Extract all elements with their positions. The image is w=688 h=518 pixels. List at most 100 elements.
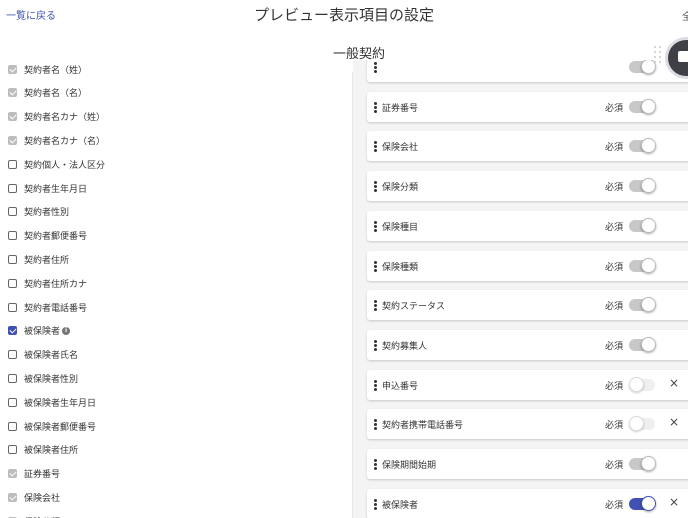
checklist-item[interactable]: 被保険者性別 xyxy=(8,368,78,388)
required-label: 必須 xyxy=(605,341,624,352)
selected-field-card[interactable]: 保険種類 必須 xyxy=(367,250,688,281)
field-label: 保険種目 xyxy=(382,222,419,233)
field-label: 保険期間始期 xyxy=(382,461,437,471)
checklist-item[interactable]: 契約者郵便番号 xyxy=(8,226,87,246)
checklist-item-label: 契約者名（姓） xyxy=(24,65,88,76)
required-label: 必須 xyxy=(605,381,624,392)
checklist-item-label: 証券番号 xyxy=(24,470,61,481)
checkbox[interactable] xyxy=(8,445,17,455)
required-toggle[interactable] xyxy=(629,376,655,393)
drag-handle-icon[interactable] xyxy=(374,339,377,351)
required-label: 必須 xyxy=(605,143,624,154)
selected-field-list: 証券番号 必須 保険会社 必須 保険分類 必須 保険種目 必須 保険種類 必須 契約ステータス 必須契… xyxy=(353,60,688,518)
drag-handle-icon[interactable] xyxy=(374,300,377,312)
checkbox[interactable] xyxy=(8,231,17,241)
required-toggle xyxy=(629,336,656,353)
required-label: 必須 xyxy=(605,500,624,511)
selected-field-card[interactable]: 契約募集人 必須 xyxy=(367,329,688,360)
required-label: 必須 xyxy=(605,461,624,471)
checkbox xyxy=(8,88,17,98)
drag-handle-icon[interactable] xyxy=(374,498,377,510)
checkbox[interactable] xyxy=(8,278,17,288)
checkbox[interactable] xyxy=(8,207,17,217)
selected-field-card[interactable]: 保険分類 必須 xyxy=(367,171,688,202)
drag-handle-icon[interactable] xyxy=(374,141,377,153)
checkbox[interactable] xyxy=(8,421,17,431)
drag-handle-icon[interactable] xyxy=(374,379,377,391)
info-icon[interactable]: i xyxy=(62,326,71,335)
selected-field-card[interactable]: 保険期間始期 必須 xyxy=(367,449,688,479)
required-toggle xyxy=(629,137,656,154)
checklist-item-label: 契約個人・法人区分 xyxy=(24,160,106,171)
required-toggle xyxy=(629,60,656,75)
required-toggle xyxy=(629,296,656,313)
checkbox[interactable] xyxy=(8,350,17,360)
checklist-item-label: 被保険者生年月日 xyxy=(24,398,97,409)
checklist-item[interactable]: 契約者生年月日 xyxy=(8,178,87,198)
checklist-item: 保険会社 xyxy=(8,487,60,507)
checklist-item[interactable]: 被保険者生年月日 xyxy=(8,392,96,412)
checklist-item[interactable]: 被保険者 i xyxy=(8,321,71,341)
field-checklist: 契約者名（姓） 契約者名（名） 契約者名カナ（姓） 契約者名カナ（名） 契約個人・法人区… xyxy=(0,60,352,518)
required-label: 必須 xyxy=(605,262,624,273)
selected-field-card[interactable]: 証券番号 必須 xyxy=(367,91,688,122)
checklist-item-label: 被保険者住所 xyxy=(24,446,79,457)
checkbox[interactable] xyxy=(8,397,17,407)
checkbox[interactable] xyxy=(8,254,17,264)
checkbox[interactable] xyxy=(8,183,17,193)
checklist-item-label: 契約者電話番号 xyxy=(24,303,88,314)
checklist-item[interactable]: 契約者住所 xyxy=(8,249,69,269)
checklist-item[interactable]: 契約者住所カナ xyxy=(8,273,87,293)
checklist-item-label: 契約者名カナ（名） xyxy=(24,136,106,147)
field-label: 証券番号 xyxy=(382,103,419,114)
drag-handle-icon[interactable] xyxy=(374,220,377,232)
remove-icon[interactable]: × xyxy=(669,495,679,509)
remove-icon[interactable]: × xyxy=(669,415,679,429)
drag-handle-icon[interactable] xyxy=(374,62,377,73)
checklist-item: 保険分類 xyxy=(8,511,60,518)
remove-icon[interactable]: × xyxy=(669,376,679,390)
selected-field-card[interactable]: 被保険者 必須 × xyxy=(367,488,688,518)
checklist-item[interactable]: 被保険者氏名 xyxy=(8,345,78,365)
drag-handle-icon[interactable] xyxy=(374,101,377,113)
checkbox[interactable] xyxy=(8,373,17,383)
required-label: 必須 xyxy=(605,183,624,194)
selected-field-card[interactable] xyxy=(367,60,688,82)
top-right-action[interactable]: 全 xyxy=(682,8,688,23)
drag-grip-icon[interactable] xyxy=(654,46,664,66)
checklist-item: 証券番号 xyxy=(8,464,60,484)
checklist-item[interactable]: 契約個人・法人区分 xyxy=(8,154,105,174)
checkbox xyxy=(8,469,17,479)
drag-handle-icon[interactable] xyxy=(374,419,377,431)
required-toggle xyxy=(629,257,656,274)
selected-field-card[interactable]: 申込番号 必須 × xyxy=(367,369,688,400)
checkbox xyxy=(8,112,17,122)
checkbox[interactable] xyxy=(8,302,17,312)
field-label: 契約者携帯電話番号 xyxy=(382,421,464,432)
required-toggle[interactable] xyxy=(629,415,655,432)
checklist-item[interactable]: 契約者性別 xyxy=(8,202,69,222)
field-label: 保険会社 xyxy=(382,143,419,154)
drag-handle-icon[interactable] xyxy=(374,181,377,193)
page-title: プレビュー表示項目の設定 xyxy=(253,6,434,24)
checklist-item[interactable]: 被保険者住所 xyxy=(8,440,78,460)
selected-field-card[interactable]: 契約ステータス 必須 xyxy=(367,290,688,321)
field-label: 保険種類 xyxy=(382,262,419,273)
field-label: 被保険者 xyxy=(382,500,419,511)
checklist-item-label: 契約者性別 xyxy=(24,208,70,219)
required-toggle xyxy=(629,455,656,472)
checkbox xyxy=(8,64,17,74)
checklist-item-label: 契約者名カナ（姓） xyxy=(24,113,106,124)
checklist-item[interactable]: 被保険者郵便番号 xyxy=(8,416,96,436)
drag-handle-icon[interactable] xyxy=(374,459,377,470)
drag-handle-icon[interactable] xyxy=(374,260,377,272)
checkbox[interactable] xyxy=(8,159,17,169)
checklist-item-label: 契約者郵便番号 xyxy=(24,232,88,243)
required-toggle[interactable] xyxy=(629,495,656,512)
checkbox[interactable] xyxy=(8,326,17,336)
checklist-item-label: 被保険者氏名 xyxy=(24,351,79,362)
selected-field-card[interactable]: 保険種目 必須 xyxy=(367,210,688,241)
selected-field-card[interactable]: 保険会社 必須 xyxy=(367,131,688,162)
checklist-item[interactable]: 契約者電話番号 xyxy=(8,297,87,317)
selected-field-card[interactable]: 契約者携帯電話番号 必須 × xyxy=(367,409,688,440)
